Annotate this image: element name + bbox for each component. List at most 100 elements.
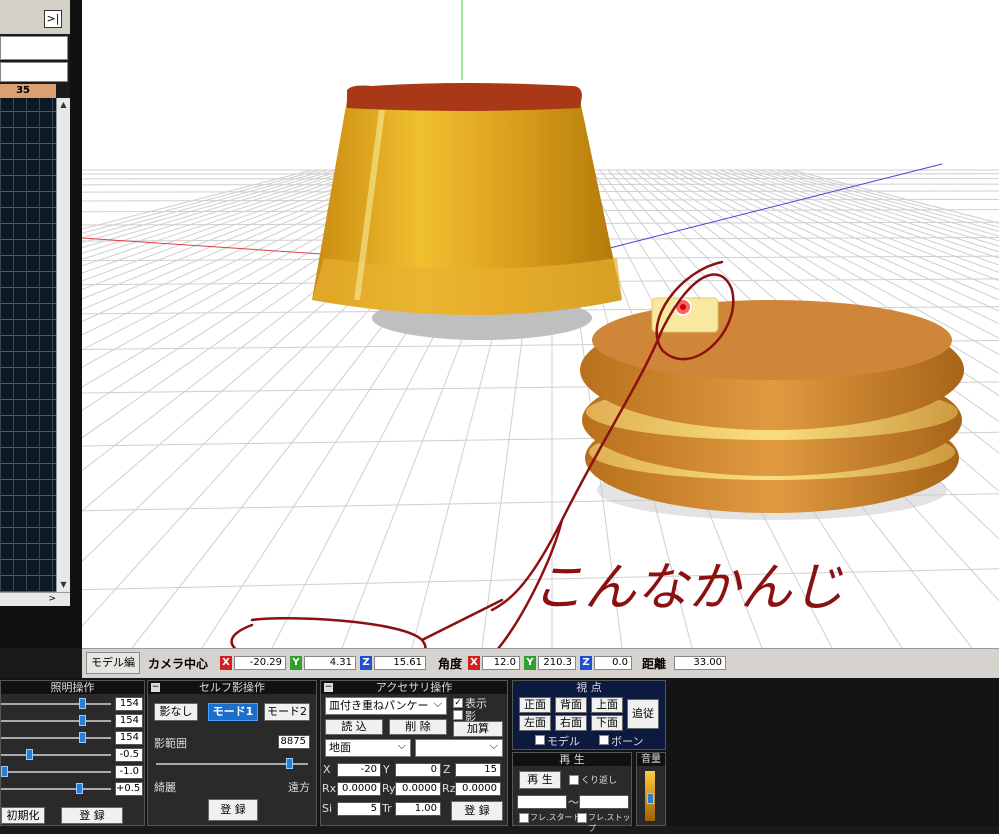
acc-y-input[interactable]: 0	[395, 763, 441, 777]
accessory-load-button[interactable]: 読 込	[325, 719, 383, 735]
light-slider-thumb[interactable]	[79, 715, 86, 726]
camera-y-input[interactable]: 4.31	[304, 656, 356, 670]
timeline-field-1[interactable]	[0, 36, 68, 60]
timeline-horizontal-scrollbar[interactable]: >	[0, 592, 70, 606]
light-value-input[interactable]: +0.5	[115, 782, 143, 796]
show-checkbox[interactable]: ✓	[453, 698, 463, 708]
accessory-model-select[interactable]: 皿付き重ねパンケー	[325, 697, 447, 715]
acc-si-input[interactable]: 5	[337, 802, 381, 816]
accessory-delete-button[interactable]: 削 除	[389, 719, 447, 735]
camera-y-axis-label: Y	[290, 656, 302, 670]
play-button[interactable]: 再 生	[519, 771, 561, 789]
light-slider-track[interactable]	[1, 703, 111, 705]
shadow-mode2-button[interactable]: モード2	[264, 703, 310, 721]
range-separator: ～	[568, 794, 579, 810]
acc-tr-label: Tr	[382, 802, 392, 815]
acc-ry-label: Ry	[382, 782, 396, 795]
light-slider-track[interactable]	[1, 788, 111, 790]
light-value-input[interactable]: 154	[115, 731, 143, 745]
acc-x-label: X	[323, 763, 331, 776]
frame-stop-checkbox[interactable]	[577, 813, 587, 823]
frame-start-checkbox[interactable]	[519, 813, 529, 823]
repeat-checkbox[interactable]	[569, 775, 579, 785]
shadow-checkbox[interactable]	[453, 710, 463, 720]
light-slider-thumb[interactable]	[1, 766, 8, 777]
acc-z-input[interactable]: 15	[455, 763, 501, 777]
3d-viewport[interactable]: こんなかんじ	[82, 0, 999, 648]
light-slider-thumb[interactable]	[79, 698, 86, 709]
parent-model-select[interactable]: 地面	[325, 739, 411, 757]
shadow-none-button[interactable]: 影なし	[154, 703, 198, 721]
view-front-button[interactable]: 正面	[519, 697, 551, 713]
light-value-input[interactable]: -1.0	[115, 765, 143, 779]
collapse-button[interactable]: >|	[44, 10, 62, 28]
lighting-reset-button[interactable]: 初期化	[1, 807, 45, 824]
lighting-title: 照明操作	[1, 681, 144, 694]
panel-divider[interactable]	[70, 0, 82, 648]
timeline-field-2[interactable]	[0, 62, 68, 82]
view-bone-checkbox[interactable]	[599, 735, 609, 745]
volume-panel: 音量	[636, 752, 666, 826]
collapse-minus-icon[interactable]: −	[324, 683, 333, 692]
collapse-minus-icon[interactable]: −	[151, 683, 160, 692]
lighting-panel: 照明操作 154 154 154 -0.5 -1.0 +0.5 初期化 登 録	[0, 680, 145, 826]
shadow-far-label: 遠方	[288, 779, 310, 795]
view-follow-button[interactable]: 追従	[627, 699, 659, 729]
self-shadow-panel: −セルフ影操作 影なし モード1 モード2 影範囲 8875 綺麗 遠方 登 録	[147, 680, 317, 826]
view-bone-label: ボーン	[611, 733, 643, 749]
light-value-input[interactable]: 154	[115, 714, 143, 728]
lighting-register-button[interactable]: 登 録	[61, 807, 123, 824]
acc-rx-label: Rx	[322, 782, 336, 795]
light-value-input[interactable]: -0.5	[115, 748, 143, 762]
light-slider-track[interactable]	[1, 754, 111, 756]
scroll-down-icon[interactable]: ▼	[57, 578, 70, 592]
accessory-register-button[interactable]: 登 録	[451, 801, 503, 821]
view-back-button[interactable]: 背面	[555, 697, 587, 713]
z-axis-line	[602, 164, 942, 250]
shadow-range-slider-track[interactable]	[156, 763, 308, 765]
light-slider-track[interactable]	[1, 771, 111, 773]
control-panels: 照明操作 154 154 154 -0.5 -1.0 +0.5 初期化 登 録 −セルフ影…	[0, 678, 999, 826]
shadow-register-button[interactable]: 登 録	[208, 799, 258, 821]
angle-x-input[interactable]: 12.0	[482, 656, 520, 670]
shadow-range-input[interactable]: 8875	[278, 735, 310, 749]
angle-z-input[interactable]: 0.0	[594, 656, 632, 670]
camera-z-input[interactable]: 15.61	[374, 656, 426, 670]
view-top-button[interactable]: 上面	[591, 697, 623, 713]
accessory-panel: −アクセサリ操作 皿付き重ねパンケー ✓ 表示 影 読 込 削 除 加算 地面 …	[320, 680, 508, 826]
view-left-button[interactable]: 左面	[519, 715, 551, 731]
timeline-vertical-scrollbar[interactable]: ▲ ▼	[56, 98, 70, 592]
model-edit-button[interactable]: モデル編	[86, 652, 140, 674]
parent-bone-select[interactable]	[415, 739, 503, 757]
add-toggle[interactable]: 加算	[453, 721, 503, 737]
acc-rz-input[interactable]: 0.0000	[455, 782, 501, 796]
view-right-button[interactable]: 右面	[555, 715, 587, 731]
light-slider-track[interactable]	[1, 720, 111, 722]
light-slider-thumb[interactable]	[26, 749, 33, 760]
acc-x-input[interactable]: -20	[337, 763, 381, 777]
distance-input[interactable]: 33.00	[674, 656, 726, 670]
frame-header[interactable]: 35	[0, 84, 56, 98]
acc-rx-input[interactable]: 0.0000	[337, 782, 381, 796]
frame-stop-input[interactable]	[579, 795, 629, 809]
scroll-up-icon[interactable]: ▲	[57, 98, 70, 112]
light-slider-track[interactable]	[1, 737, 111, 739]
timeline-panel: >| 35 ▲ ▼ >	[0, 0, 76, 648]
scroll-right-icon[interactable]: >	[48, 593, 56, 606]
keyframe-grid[interactable]	[0, 98, 56, 592]
view-bottom-button[interactable]: 下面	[591, 715, 623, 731]
camera-x-input[interactable]: -20.29	[234, 656, 286, 670]
acc-tr-input[interactable]: 1.00	[395, 802, 441, 816]
distance-label: 距離	[642, 655, 666, 672]
acc-ry-input[interactable]: 0.0000	[395, 782, 441, 796]
frame-start-input[interactable]	[517, 795, 567, 809]
shadow-mode1-button[interactable]: モード1	[208, 703, 258, 721]
volume-slider-thumb[interactable]	[647, 793, 654, 804]
angle-y-input[interactable]: 210.3	[538, 656, 576, 670]
timeline-lower-area	[0, 606, 70, 648]
view-model-checkbox[interactable]	[535, 735, 545, 745]
shadow-range-slider-thumb[interactable]	[286, 758, 293, 769]
light-slider-thumb[interactable]	[76, 783, 83, 794]
light-value-input[interactable]: 154	[115, 697, 143, 711]
light-slider-thumb[interactable]	[79, 732, 86, 743]
